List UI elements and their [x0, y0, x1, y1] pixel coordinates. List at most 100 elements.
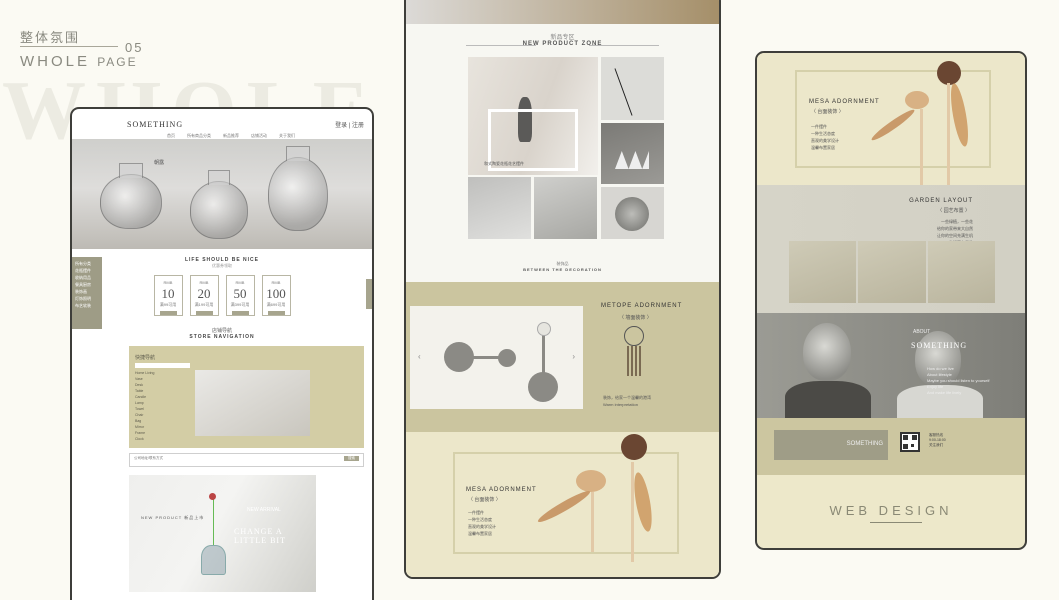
product-tile[interactable]: [534, 177, 597, 239]
home-page-mockup: SOMETHING 登录 | 注册 首页 所有商品分类 新品推荐 店铺活动 关于…: [70, 107, 374, 600]
coupon-button[interactable]: [195, 311, 213, 315]
sidebar-item[interactable]: 花瓶摆件: [75, 267, 99, 274]
product-tile[interactable]: [468, 57, 598, 175]
coupon-note: 满99可用: [159, 302, 177, 307]
info-text: 公司地址/联系方式: [134, 456, 163, 460]
flower-stem: [213, 497, 214, 545]
info-bar-button[interactable]: 搜索: [344, 456, 359, 461]
mesa-line: 一种生活态度: [468, 517, 492, 522]
product-tile[interactable]: [601, 123, 664, 184]
top-banner-image: [406, 0, 719, 24]
vase-image: [201, 545, 226, 575]
store-nav-en: STORE NAVIGATION: [189, 334, 255, 340]
sidebar-item[interactable]: 布艺软装: [75, 302, 99, 309]
store-search-input[interactable]: [135, 363, 190, 368]
between-title-en: BETWEEN THE DECORATION: [523, 267, 602, 272]
garden-line: 让你的空间充满生机: [937, 233, 973, 238]
sidebar-item[interactable]: 灯饰照明: [75, 295, 99, 302]
sidebar-item[interactable]: 所有分类: [75, 260, 99, 267]
qr-code-icon[interactable]: [900, 432, 920, 452]
section-title-en: WHOLE PAGE: [20, 53, 138, 70]
floating-side-tab[interactable]: [366, 279, 372, 309]
new-product-slogan: CHANGE A LITTLE BIT: [234, 527, 286, 545]
coupon-label: RMB: [199, 280, 209, 285]
web-design-underline: [870, 522, 922, 523]
product-tile[interactable]: [601, 187, 664, 239]
chevron-left-icon[interactable]: ‹: [418, 352, 421, 361]
coupon-button[interactable]: [159, 311, 177, 315]
glass-vase-image: [100, 163, 162, 229]
bird-stick: [591, 492, 594, 552]
store-panel-title: 快捷导航: [135, 355, 156, 361]
dreamcatcher-image: [624, 326, 644, 346]
tagline-sub: 优惠券领取: [212, 263, 232, 268]
footer-brand[interactable]: SOMETHING: [774, 430, 888, 460]
mesa-line: 一种生活态度: [811, 131, 835, 136]
bird-stick: [631, 462, 634, 562]
clock-image: [615, 197, 649, 231]
garden-line: 给你的家带来大自然: [937, 226, 973, 231]
mesa-title: MESA ADORNMENT: [466, 487, 537, 493]
portrait-shoulders: [785, 381, 871, 421]
coupon-button[interactable]: [231, 311, 249, 315]
gallery-item[interactable]: [789, 241, 857, 303]
wooden-bird-image: [621, 434, 647, 460]
product-tile[interactable]: [468, 177, 531, 239]
category-sidebar: 所有分类 花瓶摆件 收纳用品 餐具厨房 装饰画 灯饰照明 布艺软装: [72, 257, 102, 329]
title-divider: [20, 46, 118, 47]
mesa-line: 温馨布置家居: [468, 531, 492, 536]
about-section: ABOUT SOMETHING How do we live About lif…: [757, 313, 1025, 421]
chevron-right-icon[interactable]: ›: [572, 352, 575, 361]
login-link[interactable]: 登录 | 注册: [335, 120, 364, 129]
sidebar-item[interactable]: 餐具厨房: [75, 281, 99, 288]
bird-stick: [920, 109, 923, 185]
mesa-subtitle: 〈 台面装饰 〉: [811, 109, 844, 115]
metope-desc-line: 装饰，给家一个温馨的港湾: [603, 395, 651, 400]
gallery-item[interactable]: [858, 241, 926, 303]
mesa-line: 直观的美学设计: [468, 524, 496, 529]
coupon-card[interactable]: RMB 20 满199可用: [189, 275, 219, 316]
coupon-row: RMB 10 满99可用 RMB 20 满199可用 RMB 50 满399可用 RMB 10…: [72, 275, 372, 316]
metope-section: ‹ › METOPE ADORNMENT 〈 墙面装饰 〉 装饰，给家一个温馨的…: [406, 282, 719, 432]
coupon-button[interactable]: [267, 311, 285, 315]
coupon-card[interactable]: RMB 10 满99可用: [153, 275, 183, 316]
sidebar-item[interactable]: 装饰画: [75, 288, 99, 295]
mesa-line: 一件摆件: [811, 124, 827, 129]
wooden-bird-image: [905, 91, 929, 109]
product-tile[interactable]: [601, 57, 664, 120]
metope-slider[interactable]: ‹ ›: [410, 306, 583, 409]
garden-title: GARDEN LAYOUT: [909, 198, 973, 204]
garden-gallery: [789, 241, 995, 303]
hero-banner[interactable]: 朝露: [72, 139, 372, 249]
wall-hook-image: [537, 322, 551, 336]
site-logo[interactable]: SOMETHING: [127, 120, 183, 129]
gallery-item[interactable]: [927, 241, 995, 303]
store-navigation-panel: 快捷导航 Home Living Vase Desk Table Candle …: [129, 346, 364, 448]
garden-section: GARDEN LAYOUT 〈 园艺布置 〉 一些绿植，一些花 给你的家带来大自…: [757, 185, 1025, 313]
wooden-bird-image: [576, 470, 606, 492]
new-product-banner[interactable]: NEW PRODUCT 新品上市 NEW ARRIVAL CHANGE A LI…: [129, 475, 316, 592]
flower-image: [209, 493, 216, 500]
store-feature-image[interactable]: [195, 370, 310, 436]
coupon-note: 满399可用: [230, 302, 250, 307]
mesa-description: 一件摆件 一种生活态度 直观的美学设计 温馨布置家居: [811, 123, 839, 151]
mesa-line: 温馨布置家居: [811, 145, 835, 150]
product-page-mockup: 新品专区 NEW PRODUCT ZONE 和式陶瓷花瓶花艺摆件 装饰品 BET…: [404, 0, 721, 579]
sidebar-item[interactable]: 收纳用品: [75, 274, 99, 281]
bird-stick: [947, 83, 950, 185]
metope-subtitle: 〈 墙面装饰 〉: [619, 315, 652, 321]
coupon-value: 10: [161, 286, 175, 301]
coupon-card[interactable]: RMB 100 满699可用: [261, 275, 291, 316]
coupon-card[interactable]: RMB 50 满399可用: [225, 275, 255, 316]
coupon-label: RMB: [235, 280, 245, 285]
store-nav-cn: 店铺导航: [211, 328, 232, 334]
title-en-main: WHOLE: [20, 53, 91, 70]
section-title-cn: 整体氛围: [20, 30, 81, 45]
garden-subtitle: 〈 园艺布置 〉: [937, 208, 970, 214]
list-item[interactable]: Clock: [135, 436, 195, 442]
coupon-label: RMB: [271, 280, 281, 285]
glass-vase-image: [190, 170, 248, 239]
mockup-canvas: WHOLE 整体氛围 05 WHOLE PAGE SOMETHING 登录 | …: [0, 0, 1059, 600]
mesa-line: 直观的美学设计: [811, 138, 839, 143]
zone-title-cn: 新品专区: [550, 35, 575, 41]
